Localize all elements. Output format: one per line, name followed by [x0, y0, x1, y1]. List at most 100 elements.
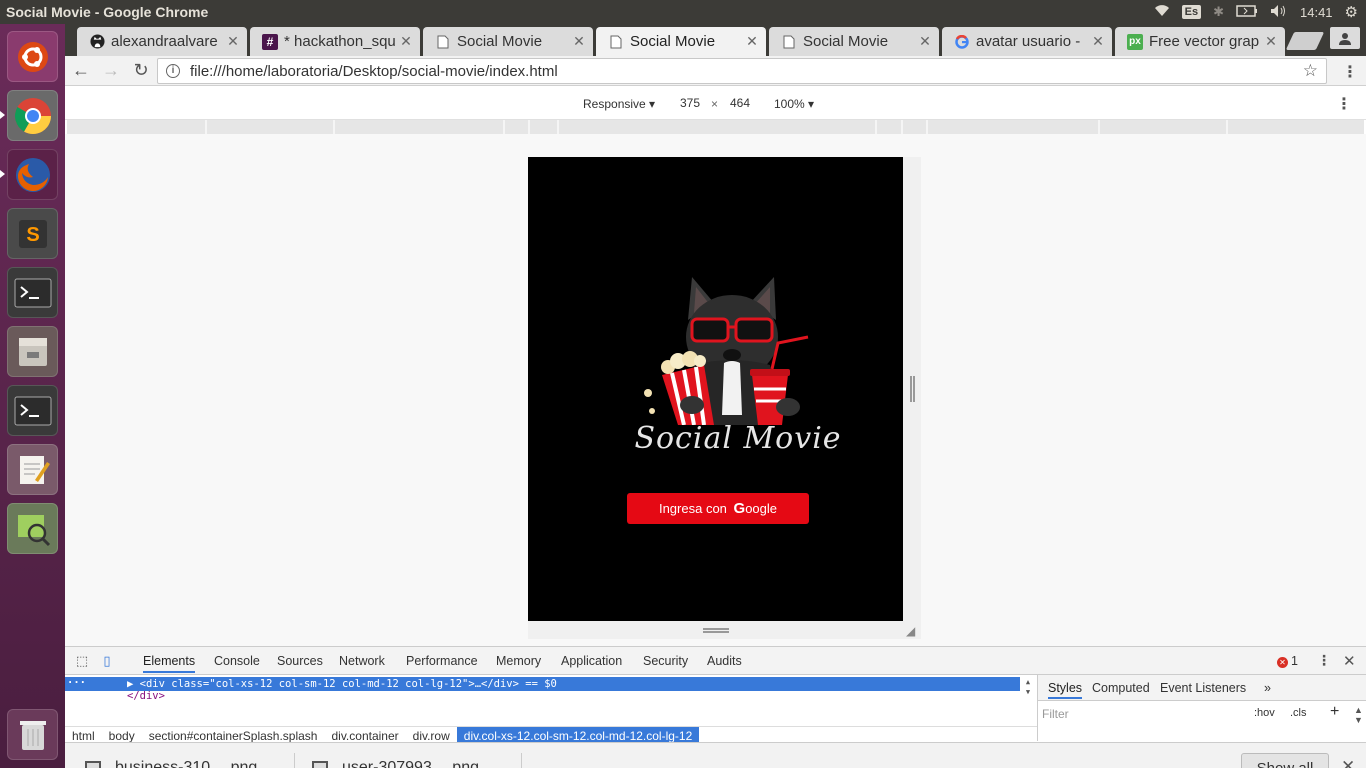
- image-viewer-launcher-icon[interactable]: [7, 503, 58, 554]
- close-tab-icon[interactable]: ✕: [917, 33, 933, 50]
- resize-handle-vertical[interactable]: [703, 628, 729, 633]
- volume-icon[interactable]: [1270, 4, 1288, 21]
- device-mode-dropdown[interactable]: Responsive ▾: [583, 97, 655, 111]
- browser-tab[interactable]: avatar usuario - ✕: [942, 27, 1112, 56]
- tab-styles[interactable]: Styles: [1048, 681, 1083, 699]
- tab-label: * hackathon_squ: [284, 33, 396, 50]
- reload-icon[interactable]: ↻: [127, 58, 155, 84]
- image-file-icon: [312, 761, 328, 768]
- system-indicators: Es ✱ 14:41 ⚙: [1154, 3, 1366, 21]
- site-info-icon[interactable]: i: [166, 64, 180, 78]
- clock[interactable]: 14:41: [1300, 5, 1333, 20]
- browser-tab[interactable]: Social Movie ✕: [769, 27, 939, 56]
- tab-label: avatar usuario -: [976, 33, 1081, 50]
- tab-audits[interactable]: Audits: [707, 654, 742, 668]
- inspect-element-icon[interactable]: ⬚: [74, 653, 90, 669]
- trash-icon[interactable]: [7, 709, 58, 760]
- forward-arrow-icon[interactable]: →: [97, 58, 125, 84]
- close-download-shelf-icon[interactable]: ✕: [1341, 757, 1355, 768]
- profile-avatar-icon[interactable]: [1330, 27, 1360, 49]
- download-item[interactable]: business-310….png ︿: [85, 743, 284, 768]
- close-tab-icon[interactable]: ✕: [1090, 33, 1106, 50]
- download-item[interactable]: user-307993….png ︿: [312, 743, 506, 768]
- download-filename: user-307993….png: [342, 759, 479, 768]
- ubuntu-dash-icon[interactable]: [7, 31, 58, 82]
- device-toolbar-menu-icon[interactable]: ⋮: [1336, 94, 1352, 114]
- zoom-label: 100%: [774, 97, 805, 111]
- terminal-launcher-icon[interactable]: [7, 267, 58, 318]
- resize-handle-horizontal[interactable]: [910, 376, 915, 402]
- close-tab-icon[interactable]: ✕: [1263, 33, 1279, 50]
- class-toggle[interactable]: .cls: [1290, 707, 1307, 719]
- page-icon: [435, 34, 451, 50]
- device-toggle-icon[interactable]: ▯: [99, 653, 115, 669]
- selected-dom-node[interactable]: ··· ▶ <div class="col-xs-12 col-sm-12 co…: [65, 677, 1020, 691]
- closing-tag: </div>: [127, 691, 165, 701]
- browser-tab-active[interactable]: Social Movie ✕: [596, 27, 766, 56]
- styles-filter-input[interactable]: Filter: [1042, 707, 1069, 721]
- google-login-button[interactable]: Ingresa con Google: [627, 493, 809, 524]
- new-style-rule-icon[interactable]: +: [1330, 703, 1339, 721]
- wifi-icon[interactable]: [1154, 4, 1170, 20]
- devtools-menu-icon[interactable]: ⋮: [1317, 652, 1331, 669]
- back-arrow-icon[interactable]: ←: [67, 58, 95, 84]
- url-text: file:///home/laboratoria/Desktop/social-…: [190, 62, 558, 80]
- keyboard-layout-indicator[interactable]: Es: [1181, 5, 1202, 19]
- error-counter[interactable]: ✕ 1: [1277, 654, 1298, 668]
- close-tab-icon[interactable]: ✕: [225, 33, 241, 50]
- tab-network[interactable]: Network: [339, 654, 385, 668]
- chrome-window: alexandraalvare ✕ # * hackathon_squ ✕ So…: [65, 24, 1366, 768]
- settings-gear-icon[interactable]: ⚙: [1345, 3, 1358, 21]
- download-shelf: business-310….png ︿ user-307993….png ︿ S…: [65, 742, 1366, 768]
- tab-memory[interactable]: Memory: [496, 654, 541, 668]
- node-actions-icon[interactable]: ···: [67, 676, 86, 690]
- styles-scroll-arrows[interactable]: ▲ ▼: [1354, 705, 1363, 725]
- text-editor-launcher-icon[interactable]: [7, 444, 58, 495]
- viewport-width-input[interactable]: 375: [675, 94, 705, 112]
- terminal-launcher-icon-2[interactable]: [7, 385, 58, 436]
- devtools-close-icon[interactable]: ✕: [1343, 652, 1356, 670]
- browser-tab[interactable]: Social Movie ✕: [423, 27, 593, 56]
- close-tab-icon[interactable]: ✕: [571, 33, 587, 50]
- chrome-menu-icon[interactable]: ⋮: [1342, 62, 1358, 82]
- github-icon: [89, 34, 105, 50]
- tab-sources[interactable]: Sources: [277, 654, 323, 668]
- files-launcher-icon[interactable]: [7, 326, 58, 377]
- close-tab-icon[interactable]: ✕: [398, 33, 414, 50]
- browser-tab[interactable]: alexandraalvare ✕: [77, 27, 247, 56]
- tab-performance[interactable]: Performance: [406, 654, 478, 668]
- battery-icon[interactable]: [1236, 4, 1258, 20]
- tab-security[interactable]: Security: [643, 654, 688, 668]
- new-tab-button[interactable]: [1285, 32, 1325, 50]
- dom-scroll-arrows[interactable]: ▲ ▼: [1022, 677, 1034, 697]
- tab-elements[interactable]: Elements: [143, 654, 196, 673]
- device-toolbar: Responsive ▾ 375 × 464 100% ▾ ⋮: [65, 86, 1366, 120]
- close-tab-icon[interactable]: ✕: [744, 33, 760, 50]
- device-mode-label: Responsive: [583, 97, 646, 111]
- svg-text:S: S: [26, 224, 39, 246]
- tab-event-listeners[interactable]: Event Listeners: [1160, 681, 1246, 695]
- tab-label: Social Movie: [457, 33, 543, 50]
- browser-tab[interactable]: # * hackathon_squ ✕: [250, 27, 420, 56]
- browser-tab[interactable]: px Free vector grap ✕: [1115, 27, 1285, 56]
- tab-console[interactable]: Console: [214, 654, 260, 668]
- chevron-up-icon[interactable]: ︿: [493, 759, 506, 768]
- download-separator: [294, 753, 295, 768]
- chevron-up-icon[interactable]: ︿: [271, 759, 284, 768]
- chrome-launcher-icon[interactable]: [7, 90, 58, 141]
- tab-label: alexandraalvare: [111, 33, 218, 50]
- zoom-dropdown[interactable]: 100% ▾: [774, 97, 814, 111]
- more-tabs-icon[interactable]: »: [1264, 681, 1271, 695]
- viewport-height-input[interactable]: 464: [725, 94, 755, 112]
- bookmark-star-icon[interactable]: ☆: [1303, 61, 1318, 81]
- show-all-downloads-button[interactable]: Show all: [1241, 753, 1329, 768]
- sublime-text-launcher-icon[interactable]: S: [7, 208, 58, 259]
- tab-computed[interactable]: Computed: [1092, 681, 1150, 695]
- bluetooth-icon[interactable]: ✱: [1213, 4, 1224, 20]
- media-query-bar[interactable]: [67, 120, 1364, 134]
- firefox-launcher-icon[interactable]: [7, 149, 58, 200]
- address-bar[interactable]: i file:///home/laboratoria/Desktop/socia…: [157, 58, 1327, 84]
- hover-state-toggle[interactable]: :hov: [1254, 707, 1275, 719]
- tab-application[interactable]: Application: [561, 654, 622, 668]
- resize-corner-icon[interactable]: ◢: [906, 624, 915, 638]
